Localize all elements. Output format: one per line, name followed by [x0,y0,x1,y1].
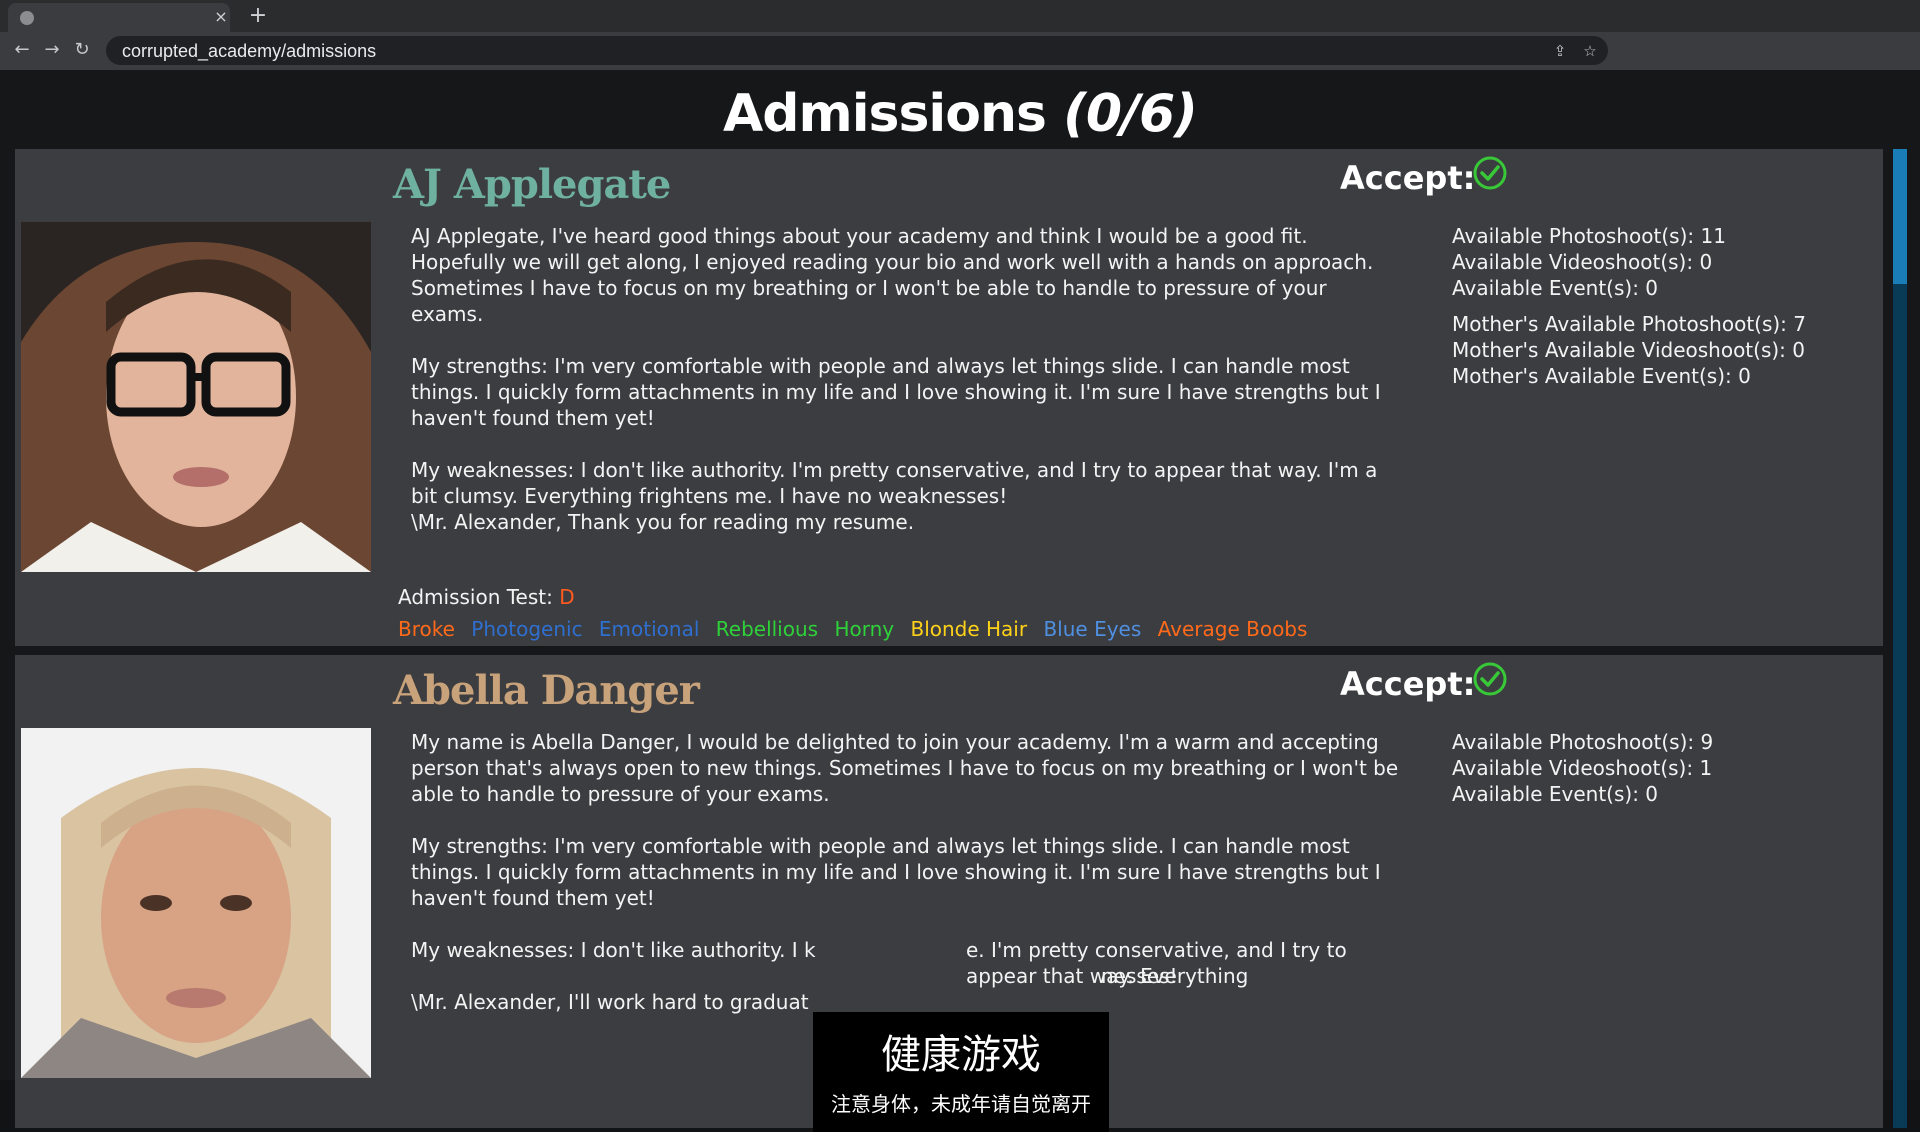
stat-photoshoots: Available Photoshoot(s): 11 [1452,224,1726,248]
description-signoff: \Mr. Alexander, Thank you for reading my… [411,510,915,534]
trait-tag: Rebellious [715,617,819,641]
trait-tag: Emotional [598,617,700,641]
address-bar[interactable]: corrupted_academy/admissions ⇪ ☆ [106,36,1608,65]
applicant-photo [21,728,371,1078]
applicant-photo [21,222,371,572]
trait-tag: Blonde Hair [910,617,1028,641]
scrollbar-track[interactable] [1893,149,1907,1128]
weakness-fragment: nesses! [1101,964,1178,988]
browser-toolbar: ← → ↻ corrupted_academy/admissions ⇪ ☆ [0,32,1920,70]
accept-label: Accept: [1340,159,1476,197]
new-tab-button[interactable]: + [245,3,271,29]
reload-icon[interactable]: ↻ [68,36,96,64]
description-signoff: \Mr. Alexander, I'll work hard to gradua… [411,990,809,1014]
health-notice-overlay: 健康游戏 注意身体，未成年请自觉离开 [813,1012,1109,1132]
trait-tag: Average Boobs [1157,617,1308,641]
bookmark-star-icon[interactable]: ☆ [1579,40,1601,62]
admission-test-label: Admission Test: [398,585,553,609]
scrollbar-thumb[interactable] [1893,149,1907,284]
mother-stat-events: Mother's Available Event(s): 0 [1452,364,1751,388]
stat-events: Available Event(s): 0 [1452,276,1659,300]
browser-tab[interactable]: × [8,3,230,32]
accept-label: Accept: [1340,665,1476,703]
stat-videoshoots: Available Videoshoot(s): 1 [1452,756,1713,780]
browser-tabbar: × + [0,0,1920,32]
admissions-page: Admissions (0/6) AJ Applegate Accept: AJ… [0,70,1920,1132]
mother-stat-videoshoots: Mother's Available Videoshoot(s): 0 [1452,338,1805,362]
stat-events: Available Event(s): 0 [1452,782,1659,806]
description-strengths: My strengths: I'm very comfortable with … [411,354,1381,430]
weakness-fragment: e. I'm pretty conservative, and I try to… [966,938,1347,988]
back-icon[interactable]: ← [8,36,36,64]
globe-icon [20,11,34,25]
portrait-image [21,222,371,572]
page-title-text: Admissions [723,84,1047,144]
url-text[interactable]: corrupted_academy/admissions [122,41,376,62]
share-icon[interactable]: ⇪ [1549,40,1571,62]
stat-videoshoots: Available Videoshoot(s): 0 [1452,250,1713,274]
applicant-description: AJ Applegate, I've heard good things abo… [411,223,1401,561]
description-strengths: My strengths: I'm very comfortable with … [411,834,1381,910]
admission-test-grade: D [559,585,575,609]
trait-tag: Broke [398,617,455,641]
health-notice-subtitle: 注意身体，未成年请自觉离开 [831,1092,1091,1116]
trait-tag: Blue Eyes [1043,617,1142,641]
trait-tag: Photogenic [471,617,583,641]
applicant-card: AJ Applegate Accept: AJ Applegate, I've … [15,149,1883,646]
page-title: Admissions (0/6) [0,84,1920,144]
description-intro: AJ Applegate, I've heard good things abo… [411,224,1374,326]
availability-stats: Available Photoshoot(s): 9 Available Vid… [1452,729,1872,807]
accept-check-icon[interactable] [1472,661,1508,697]
admissions-count: (0/6) [1063,84,1198,144]
stat-photoshoots: Available Photoshoot(s): 9 [1452,730,1714,754]
accept-check-icon[interactable] [1472,155,1508,191]
mother-stat-photoshoots: Mother's Available Photoshoot(s): 7 [1452,312,1807,336]
trait-list: Broke Photogenic Emotional Rebellious Ho… [398,617,1317,641]
description-weaknesses-partial: My weaknesses: I don't like authority. I… [411,937,1401,1015]
availability-stats: Available Photoshoot(s): 11 Available Vi… [1452,223,1872,389]
health-notice-title: 健康游戏 [881,1032,1041,1078]
weakness-fragment: My weaknesses: I don't like authority. I… [411,938,816,962]
admission-test: Admission Test: D [398,585,575,609]
description-weaknesses: My weaknesses: I don't like authority. I… [411,458,1378,508]
trait-tag: Horny [834,617,895,641]
close-icon[interactable]: × [212,7,230,27]
portrait-image [21,728,371,1078]
applicant-name: AJ Applegate [393,161,671,208]
forward-icon[interactable]: → [38,36,66,64]
description-intro: My name is Abella Danger, I would be del… [411,730,1399,806]
applicant-name: Abella Danger [393,667,700,714]
applicant-description: My name is Abella Danger, I would be del… [411,729,1401,1015]
